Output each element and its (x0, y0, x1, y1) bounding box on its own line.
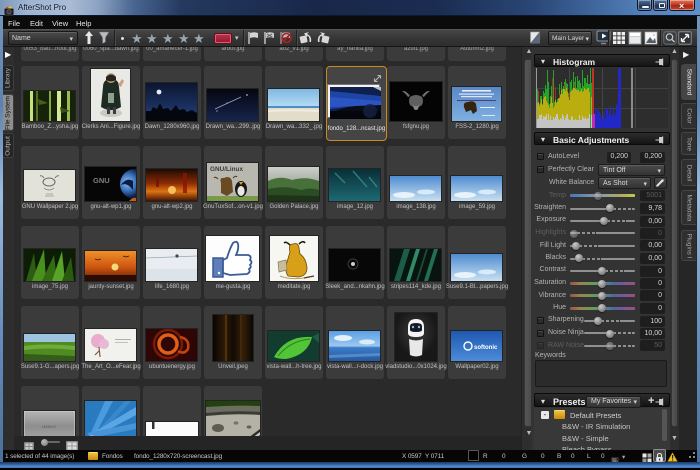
svg-text:GNU/Linux: GNU/Linux (210, 166, 243, 173)
svg-text:LENOVO: LENOVO (42, 425, 56, 429)
svg-text:softonic: softonic (474, 345, 498, 351)
svg-text:GNU: GNU (93, 176, 110, 185)
